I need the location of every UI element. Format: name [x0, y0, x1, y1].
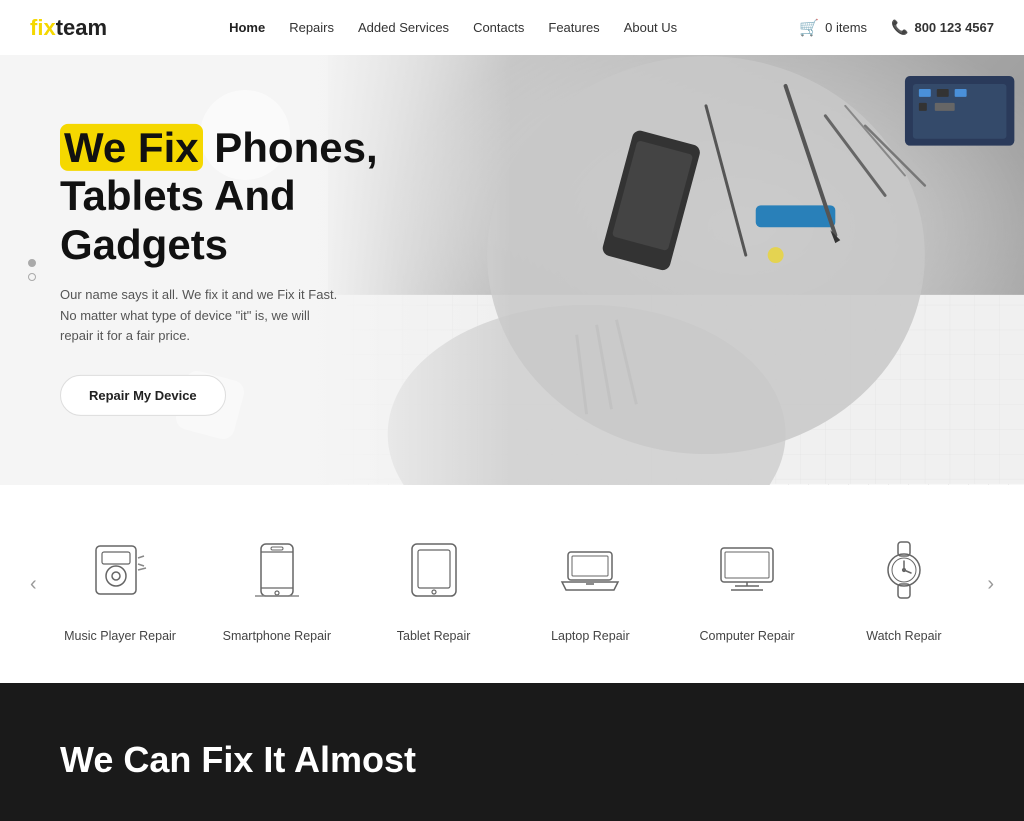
hero-title-rest: Phones, — [203, 124, 378, 171]
phone-number: 800 123 4567 — [914, 20, 994, 35]
dark-section: We Can Fix It Almost — [0, 683, 1024, 821]
computer-icon — [715, 538, 779, 602]
logo[interactable]: fixteam — [30, 15, 107, 41]
music-player-icon-wrap — [75, 525, 165, 615]
tablet-label: Tablet Repair — [397, 629, 471, 643]
watch-icon — [872, 538, 936, 602]
slide-indicator — [28, 259, 36, 281]
phone-icon: 📞 — [891, 19, 908, 36]
music-player-icon — [88, 538, 152, 602]
cart-label: 0 items — [825, 20, 867, 35]
slide-dot-1[interactable] — [28, 259, 36, 267]
hero-description: Our name says it all. We fix it and we F… — [60, 285, 340, 347]
nav-repairs[interactable]: Repairs — [289, 20, 334, 35]
laptop-icon-wrap — [545, 525, 635, 615]
hero-title-line2: Tablets And — [60, 172, 296, 219]
service-item-smartphone[interactable]: Smartphone Repair — [212, 525, 342, 643]
header: fixteam Home Repairs Added Services Cont… — [0, 0, 1024, 55]
nav-about-us[interactable]: About Us — [624, 20, 677, 35]
hero-title: We Fix Phones, Tablets And Gadgets — [60, 124, 378, 269]
service-item-computer[interactable]: Computer Repair — [682, 525, 812, 643]
watch-label: Watch Repair — [866, 629, 941, 643]
phone-display: 📞 800 123 4567 — [891, 19, 994, 36]
hero-title-line3: Gadgets — [60, 220, 228, 267]
computer-icon-wrap — [702, 525, 792, 615]
slide-dot-2[interactable] — [28, 273, 36, 281]
smartphone-icon — [245, 538, 309, 602]
service-item-watch[interactable]: Watch Repair — [839, 525, 969, 643]
services-list: Music Player Repair Smartphone Repair — [47, 525, 978, 643]
service-item-music-player[interactable]: Music Player Repair — [55, 525, 185, 643]
hero-content: We Fix Phones, Tablets And Gadgets Our n… — [60, 124, 378, 416]
carousel-prev-button[interactable]: ‹ — [20, 573, 47, 596]
nav-contacts[interactable]: Contacts — [473, 20, 524, 35]
smartphone-icon-wrap — [232, 525, 322, 615]
logo-team: team — [56, 15, 107, 40]
computer-label: Computer Repair — [700, 629, 795, 643]
nav-home[interactable]: Home — [229, 20, 265, 35]
cart-button[interactable]: 🛒 0 items — [799, 18, 867, 38]
services-section: ‹ Music Player Repair — [0, 485, 1024, 683]
tablet-icon-wrap — [389, 525, 479, 615]
hero-title-highlight: We Fix — [60, 124, 203, 171]
logo-fix: fix — [30, 15, 56, 40]
hero-cta-button[interactable]: Repair My Device — [60, 375, 226, 416]
service-item-laptop[interactable]: Laptop Repair — [525, 525, 655, 643]
hero-section: We Fix Phones, Tablets And Gadgets Our n… — [0, 55, 1024, 485]
carousel-next-button[interactable]: › — [977, 573, 1004, 596]
laptop-label: Laptop Repair — [551, 629, 630, 643]
dark-section-title: We Can Fix It Almost — [60, 738, 416, 781]
services-carousel: ‹ Music Player Repair — [20, 525, 1004, 643]
service-item-tablet[interactable]: Tablet Repair — [369, 525, 499, 643]
tablet-icon — [402, 538, 466, 602]
nav-features[interactable]: Features — [548, 20, 599, 35]
watch-icon-wrap — [859, 525, 949, 615]
smartphone-label: Smartphone Repair — [223, 629, 331, 643]
laptop-icon — [558, 538, 622, 602]
nav-added-services[interactable]: Added Services — [358, 20, 449, 35]
header-right: 🛒 0 items 📞 800 123 4567 — [799, 18, 994, 38]
main-nav: Home Repairs Added Services Contacts Fea… — [229, 20, 677, 35]
cart-icon: 🛒 — [799, 18, 819, 38]
music-player-label: Music Player Repair — [64, 629, 176, 643]
